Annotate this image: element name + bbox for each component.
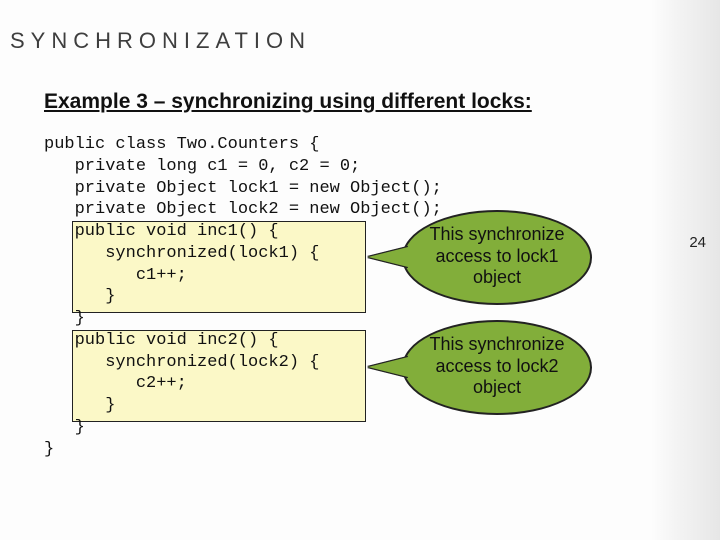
code-line: public void inc1() { [44, 222, 279, 241]
code-line: private long c1 = 0, c2 = 0; [44, 157, 360, 176]
example-heading: Example 3 – synchronizing using differen… [44, 90, 532, 114]
callout-text-line: access to lock2 [428, 356, 566, 378]
page-number: 24 [689, 234, 706, 251]
callout-text-line: This synchronize [428, 334, 566, 356]
callout-lock2: This synchronize access to lock2 object [402, 320, 592, 415]
callout-text-line: access to lock1 [428, 246, 566, 268]
code-line: public void inc2() { [44, 331, 279, 350]
callout-bubble: This synchronize access to lock2 object [402, 320, 592, 415]
code-line: c2++; [44, 374, 187, 393]
page-title: SYNCHRONIZATION [10, 28, 311, 54]
callout-bubble: This synchronize access to lock1 object [402, 210, 592, 305]
code-line: } [44, 396, 115, 415]
code-line: c1++; [44, 266, 187, 285]
callout-text-line: object [428, 377, 566, 399]
code-line: synchronized(lock1) { [44, 244, 319, 263]
code-line: private Object lock1 = new Object(); [44, 179, 442, 198]
callout-tail-icon [368, 357, 408, 377]
code-line: } [44, 418, 85, 437]
code-line: private Object lock2 = new Object(); [44, 200, 442, 219]
callout-lock1: This synchronize access to lock1 object [402, 210, 592, 305]
code-block: public class Two.Counters { private long… [44, 134, 442, 460]
callout-text-line: object [428, 267, 566, 289]
callout-tail-icon [368, 247, 408, 267]
code-line: synchronized(lock2) { [44, 353, 319, 372]
callout-text-line: This synchronize [428, 224, 566, 246]
code-line: } [44, 287, 115, 306]
page-right-shadow [650, 0, 720, 540]
code-line: } [44, 440, 54, 459]
code-line: } [44, 309, 85, 328]
code-line: public class Two.Counters { [44, 135, 319, 154]
